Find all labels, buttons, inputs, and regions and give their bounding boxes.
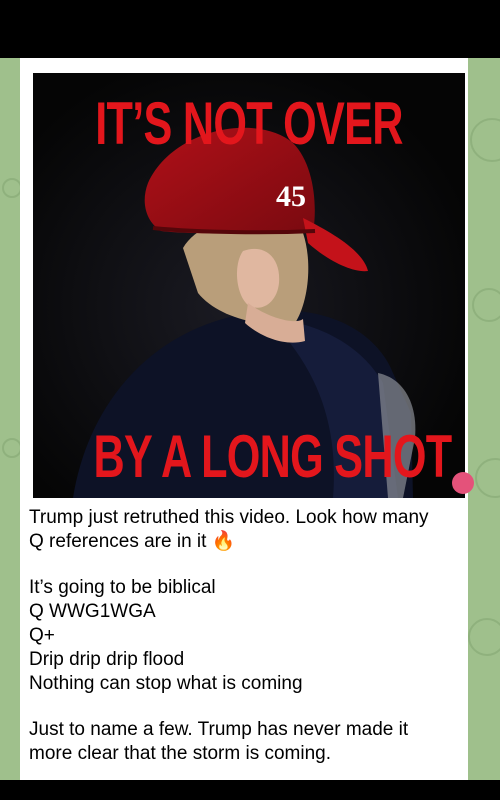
caption-line: Drip drip drip flood bbox=[29, 649, 185, 670]
caption-line: Q+ bbox=[29, 625, 55, 646]
reaction-indicator[interactable] bbox=[452, 472, 474, 494]
message-media-image[interactable]: IT’S NOT OVER 45 BY A LONG SHOT bbox=[33, 73, 465, 498]
headline-top: IT’S NOT OVER bbox=[95, 90, 403, 157]
caption-line: Nothing can stop what is coming bbox=[29, 673, 303, 694]
caption-line: Q references are in it 🔥 bbox=[29, 531, 236, 552]
caption-line: Trump just retruthed this video. Look ho… bbox=[29, 507, 429, 528]
caption-line: Q WWG1WGA bbox=[29, 601, 156, 622]
caption-line: Just to name a few. Trump has never made… bbox=[29, 719, 409, 740]
fire-emoji-icon: 🔥 bbox=[211, 531, 236, 552]
caption-line: more clear that the storm is coming. bbox=[29, 743, 331, 764]
caption-line: It’s going to be biblical bbox=[29, 577, 216, 598]
cap-number: 45 bbox=[276, 180, 306, 213]
headline-bottom: BY A LONG SHOT bbox=[93, 423, 452, 490]
message-caption: Trump just retruthed this video. Look ho… bbox=[29, 506, 461, 766]
